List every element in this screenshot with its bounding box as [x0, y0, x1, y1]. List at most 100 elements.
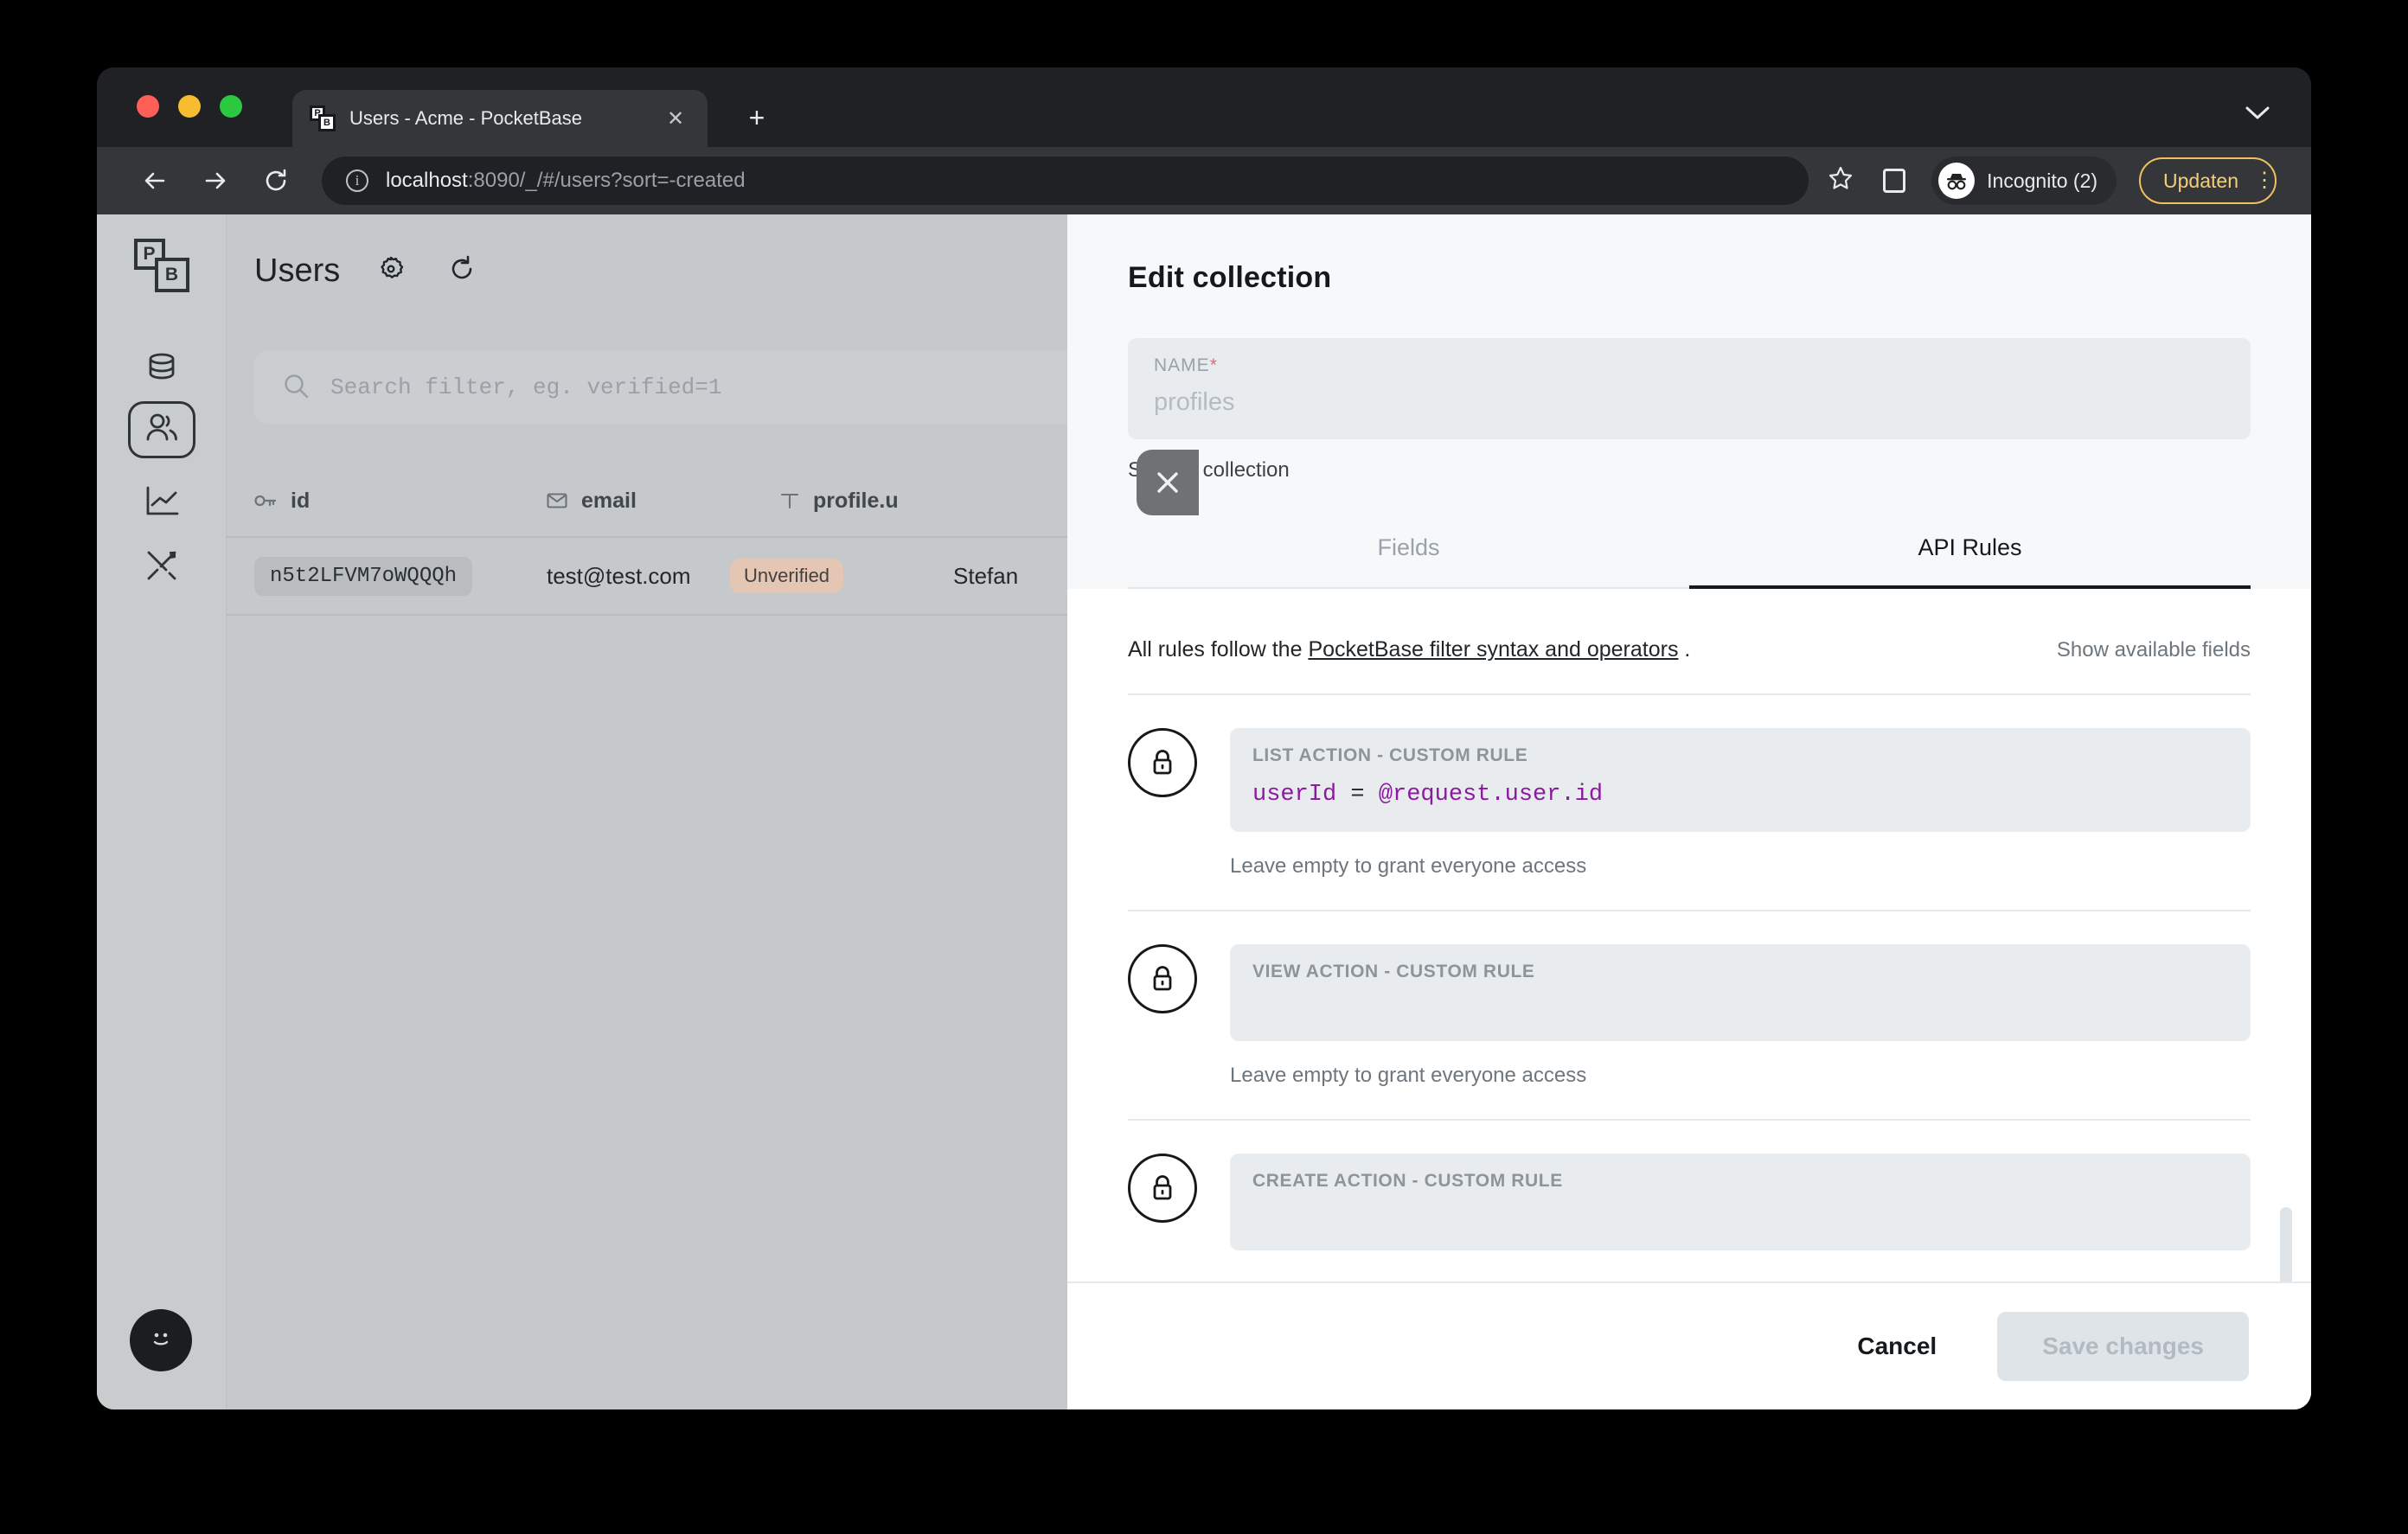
column-header-id[interactable]: id	[254, 463, 310, 538]
browser-tab-title: Users - Acme - PocketBase	[349, 107, 582, 129]
rule-value-operator: =	[1336, 782, 1379, 808]
gear-icon[interactable]	[376, 254, 406, 288]
rules-intro-text: All rules follow the PocketBase filter s…	[1128, 637, 1690, 662]
cell-profile: Stefan	[953, 562, 1019, 589]
profile-label: Incognito (2)	[1987, 169, 2098, 192]
panel-footer: Cancel Save changes	[1067, 1282, 2311, 1409]
lock-icon[interactable]	[1128, 728, 1197, 797]
minimize-window-button[interactable]	[178, 95, 201, 118]
pb-logo-b-letter: B	[154, 258, 189, 292]
rules-intro-suffix: .	[1678, 637, 1691, 662]
rule-value-left: userId	[1252, 782, 1337, 808]
rule-editor[interactable]: VIEW ACTION - CUSTOM RULE	[1230, 944, 2251, 1041]
tools-icon	[144, 547, 180, 588]
database-icon	[143, 348, 181, 390]
rules-intro-row: All rules follow the PocketBase filter s…	[1128, 589, 2251, 662]
rule-label: VIEW ACTION - CUSTOM RULE	[1252, 962, 1535, 981]
bookmark-star-icon[interactable]	[1828, 165, 1854, 197]
cancel-button[interactable]: Cancel	[1828, 1317, 1966, 1376]
browser-window: P B Users - Acme - PocketBase ✕ + i loca…	[97, 67, 2311, 1409]
incognito-avatar-icon	[1938, 163, 1976, 199]
status-badge: Unverified	[730, 559, 844, 593]
chevron-down-icon[interactable]	[2245, 105, 2270, 126]
panel-tabs: Fields API Rules	[1128, 512, 2251, 590]
sidebar-item-settings[interactable]	[131, 536, 193, 598]
maximize-window-button[interactable]	[220, 95, 242, 118]
sidebar-item-logs[interactable]	[131, 472, 193, 534]
window-traffic-lights	[137, 95, 242, 118]
update-button[interactable]: Updaten ⋮	[2139, 157, 2277, 204]
pocketbase-logo-icon[interactable]: P B	[131, 237, 193, 299]
page-title: Users	[254, 252, 341, 289]
close-panel-button[interactable]	[1137, 450, 1199, 515]
help-button[interactable]	[130, 1309, 192, 1371]
rule-editor[interactable]: LIST ACTION - CUSTOM RULE userId = @requ…	[1230, 728, 2251, 832]
collection-name-label: NAME*	[1154, 355, 2225, 376]
browser-tab[interactable]: P B Users - Acme - PocketBase ✕	[292, 90, 708, 147]
rule-value	[1252, 998, 2228, 1027]
sidebar-item-collections[interactable]	[131, 337, 193, 399]
rule-block-view: VIEW ACTION - CUSTOM RULE Leave empty to…	[1128, 911, 2251, 1121]
panel-scrollbar[interactable]	[2280, 1207, 2292, 1282]
lock-icon[interactable]	[1128, 1154, 1197, 1223]
kebab-menu-icon[interactable]: ⋮	[2254, 169, 2275, 190]
rules-intro-prefix: All rules follow the	[1128, 637, 1309, 662]
panel-title: Edit collection	[1128, 261, 1332, 294]
new-tab-button[interactable]: +	[737, 99, 777, 138]
cell-id: n5t2LFVM7oWQQQh	[254, 556, 473, 596]
sidebar-item-users[interactable]	[127, 401, 195, 458]
tab-api-rules[interactable]: API Rules	[1689, 512, 2251, 590]
rule-label: LIST ACTION - CUSTOM RULE	[1252, 745, 1528, 765]
site-info-icon[interactable]: i	[346, 169, 368, 192]
show-available-fields-button[interactable]: Show available fields	[2057, 638, 2251, 662]
page-viewport: P B Users Search filter, eg. verified=1 …	[97, 214, 2311, 1409]
rule-editor[interactable]: CREATE ACTION - CUSTOM RULE	[1230, 1154, 2251, 1250]
filter-syntax-link[interactable]: PocketBase filter syntax and operators	[1308, 637, 1678, 662]
cell-email: test@test.com	[547, 562, 691, 589]
rule-main: VIEW ACTION - CUSTOM RULE Leave empty to…	[1230, 944, 2251, 1088]
search-icon	[282, 372, 310, 404]
pb-logo-b: B	[318, 114, 336, 131]
column-header-email[interactable]: email	[547, 463, 637, 538]
rule-hint: Leave empty to grant everyone access	[1230, 854, 1587, 878]
close-icon[interactable]: ✕	[661, 104, 690, 133]
rule-main: CREATE ACTION - CUSTOM RULE	[1230, 1154, 2251, 1250]
search-placeholder: Search filter, eg. verified=1	[330, 374, 722, 400]
column-header-label: email	[581, 488, 637, 513]
app-sidebar: P B	[97, 214, 227, 1409]
address-bar-url: localhost:8090/_/#/users?sort=-created	[386, 169, 746, 193]
browser-tab-strip: P B Users - Acme - PocketBase ✕ +	[97, 67, 2311, 147]
system-collection-note: System collection	[1128, 458, 1290, 482]
rule-value	[1252, 1207, 2228, 1237]
pocketbase-logo-icon: P B	[310, 105, 336, 131]
rule-block-list: LIST ACTION - CUSTOM RULE userId = @requ…	[1128, 695, 2251, 911]
back-icon[interactable]	[131, 157, 178, 204]
collection-name-field[interactable]: NAME* profiles	[1128, 338, 2251, 439]
close-window-button[interactable]	[137, 95, 159, 118]
column-header-label: profile.u	[813, 488, 899, 513]
close-icon	[1157, 472, 1178, 493]
side-panel-icon[interactable]	[1883, 169, 1906, 193]
key-icon	[254, 493, 277, 508]
forward-icon[interactable]	[192, 157, 239, 204]
lock-icon[interactable]	[1128, 944, 1197, 1013]
save-changes-button[interactable]: Save changes	[1997, 1312, 2249, 1381]
column-header-profile[interactable]: profile.u	[780, 463, 899, 538]
refresh-icon[interactable]	[447, 254, 477, 288]
address-bar[interactable]: i localhost:8090/_/#/users?sort=-created	[322, 157, 1809, 205]
reload-icon[interactable]	[253, 157, 299, 204]
name-label-text: NAME	[1154, 355, 1210, 375]
panel-header: Edit collection NAME* profiles System co…	[1067, 214, 2311, 590]
update-label: Updaten	[2163, 169, 2238, 192]
rule-hint: Leave empty to grant everyone access	[1230, 1064, 1587, 1087]
smiley-icon	[145, 1323, 176, 1358]
rule-main: LIST ACTION - CUSTOM RULE userId = @requ…	[1230, 728, 2251, 879]
url-path: :8090/_/#/users?sort=-created	[467, 169, 746, 192]
panel-body: All rules follow the PocketBase filter s…	[1067, 589, 2311, 1282]
profile-chip[interactable]: Incognito (2)	[1931, 157, 2117, 205]
chart-line-icon	[143, 484, 181, 523]
envelope-icon	[547, 492, 567, 509]
rule-label: CREATE ACTION - CUSTOM RULE	[1252, 1171, 1563, 1191]
tab-fields[interactable]: Fields	[1128, 512, 1689, 590]
required-mark: *	[1209, 355, 1218, 375]
